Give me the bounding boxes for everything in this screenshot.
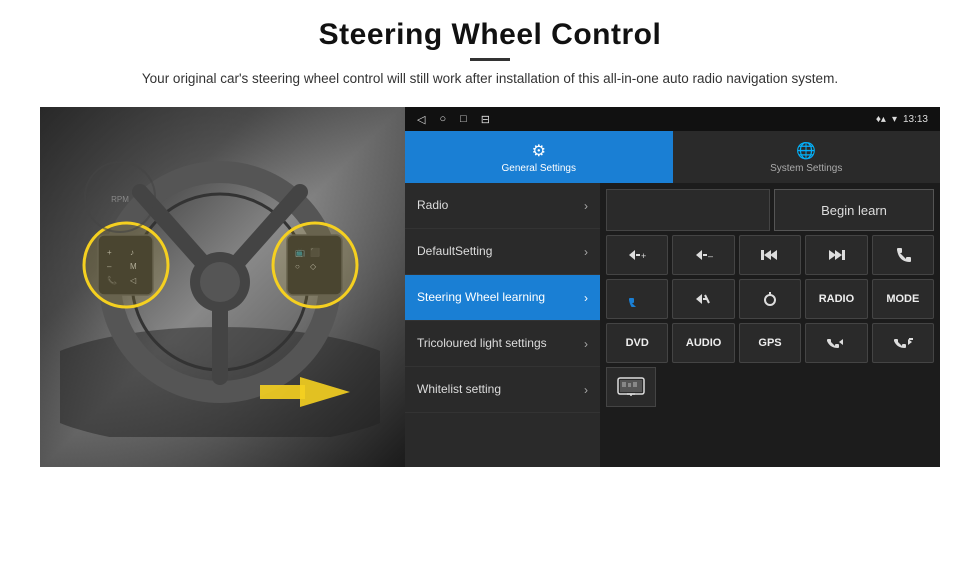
menu-item-radio[interactable]: Radio › xyxy=(405,183,600,229)
call-end-btn[interactable] xyxy=(606,279,668,319)
menu-item-default[interactable]: DefaultSetting › xyxy=(405,229,600,275)
menu-panel: Radio › DefaultSetting › Steering Wheel … xyxy=(405,183,600,467)
tab-system-settings[interactable]: 🌐 System Settings xyxy=(673,131,941,183)
phone-prev-btn[interactable] xyxy=(805,323,867,363)
menu-tricoloured-arrow: › xyxy=(584,337,588,351)
menu-item-whitelist[interactable]: Whitelist setting › xyxy=(405,367,600,413)
title-divider xyxy=(470,58,510,61)
dvd-btn[interactable]: DVD xyxy=(606,323,668,363)
steering-wheel-svg: + – 📞 ♪ M ◁ 📺 ⬛ ○ ◇ xyxy=(60,137,380,437)
btn-row-2: RADIO MODE xyxy=(606,279,934,319)
menu-steering-arrow: › xyxy=(584,291,588,305)
svg-text:–: – xyxy=(708,251,713,261)
begin-learn-button[interactable]: Begin learn xyxy=(774,189,934,231)
phone-btn-1[interactable] xyxy=(872,235,934,275)
btn-row-1: + – xyxy=(606,235,934,275)
vol-down-btn[interactable]: – xyxy=(672,235,734,275)
status-right: ♦▴ ▾ 13:13 xyxy=(876,114,928,125)
prev-track-btn[interactable] xyxy=(739,235,801,275)
audio-btn[interactable]: AUDIO xyxy=(672,323,734,363)
system-settings-icon: 🌐 xyxy=(796,141,816,161)
home-nav-icon[interactable]: ○ xyxy=(439,113,446,125)
menu-radio-label: Radio xyxy=(417,198,580,214)
menu-radio-arrow: › xyxy=(584,199,588,213)
input-field[interactable] xyxy=(606,189,770,231)
status-bar: ◁ ○ □ ⊟ ♦▴ ▾ 13:13 xyxy=(405,107,940,131)
tabs-row: ⚙ General Settings 🌐 System Settings xyxy=(405,131,940,183)
menu-item-tricoloured[interactable]: Tricoloured light settings › xyxy=(405,321,600,367)
gps-btn[interactable]: GPS xyxy=(739,323,801,363)
menu-item-steering[interactable]: Steering Wheel learning › xyxy=(405,275,600,321)
menu-nav-icon[interactable]: ⊟ xyxy=(481,113,490,126)
mute-btn[interactable] xyxy=(672,279,734,319)
right-panel: Begin learn + – xyxy=(600,183,940,467)
recents-nav-icon[interactable]: □ xyxy=(460,113,467,125)
vol-up-btn[interactable]: + xyxy=(606,235,668,275)
tab-general-label: General Settings xyxy=(502,163,577,174)
top-row: Begin learn xyxy=(606,189,934,231)
main-content: Radio › DefaultSetting › Steering Wheel … xyxy=(405,183,940,467)
radio-btn[interactable]: RADIO xyxy=(805,279,867,319)
menu-steering-label: Steering Wheel learning xyxy=(417,290,580,306)
menu-tricoloured-label: Tricoloured light settings xyxy=(417,336,580,352)
clock: 13:13 xyxy=(903,114,928,125)
display-icon-btn[interactable] xyxy=(606,367,656,407)
subtitle-text: Your original car's steering wheel contr… xyxy=(142,69,838,89)
tab-system-label: System Settings xyxy=(770,163,842,174)
btn-row-3: DVD AUDIO GPS xyxy=(606,323,934,363)
controls-grid: + – xyxy=(606,235,934,407)
content-area: + – 📞 ♪ M ◁ 📺 ⬛ ○ ◇ xyxy=(40,107,940,467)
nav-icons: ◁ ○ □ ⊟ xyxy=(417,113,490,126)
phone-next-btn[interactable] xyxy=(872,323,934,363)
menu-default-arrow: › xyxy=(584,245,588,259)
steering-wheel-photo: + – 📞 ♪ M ◁ 📺 ⬛ ○ ◇ xyxy=(40,107,405,467)
mode-btn[interactable]: MODE xyxy=(872,279,934,319)
svg-text:RPM: RPM xyxy=(111,195,129,204)
next-track-btn[interactable] xyxy=(805,235,867,275)
power-btn[interactable] xyxy=(739,279,801,319)
general-settings-icon: ⚙ xyxy=(532,141,546,161)
wifi-icon: ▾ xyxy=(892,114,897,125)
back-nav-icon[interactable]: ◁ xyxy=(417,113,425,126)
svg-text:+: + xyxy=(641,251,646,261)
menu-whitelist-arrow: › xyxy=(584,383,588,397)
device-screen: ◁ ○ □ ⊟ ♦▴ ▾ 13:13 ⚙ General Settings xyxy=(405,107,940,467)
menu-whitelist-label: Whitelist setting xyxy=(417,382,580,398)
tab-general-settings[interactable]: ⚙ General Settings xyxy=(405,131,673,183)
page-title: Steering Wheel Control xyxy=(142,18,838,52)
signal-icon: ♦▴ xyxy=(876,114,886,125)
menu-default-label: DefaultSetting xyxy=(417,244,580,260)
btn-row-4 xyxy=(606,367,934,407)
